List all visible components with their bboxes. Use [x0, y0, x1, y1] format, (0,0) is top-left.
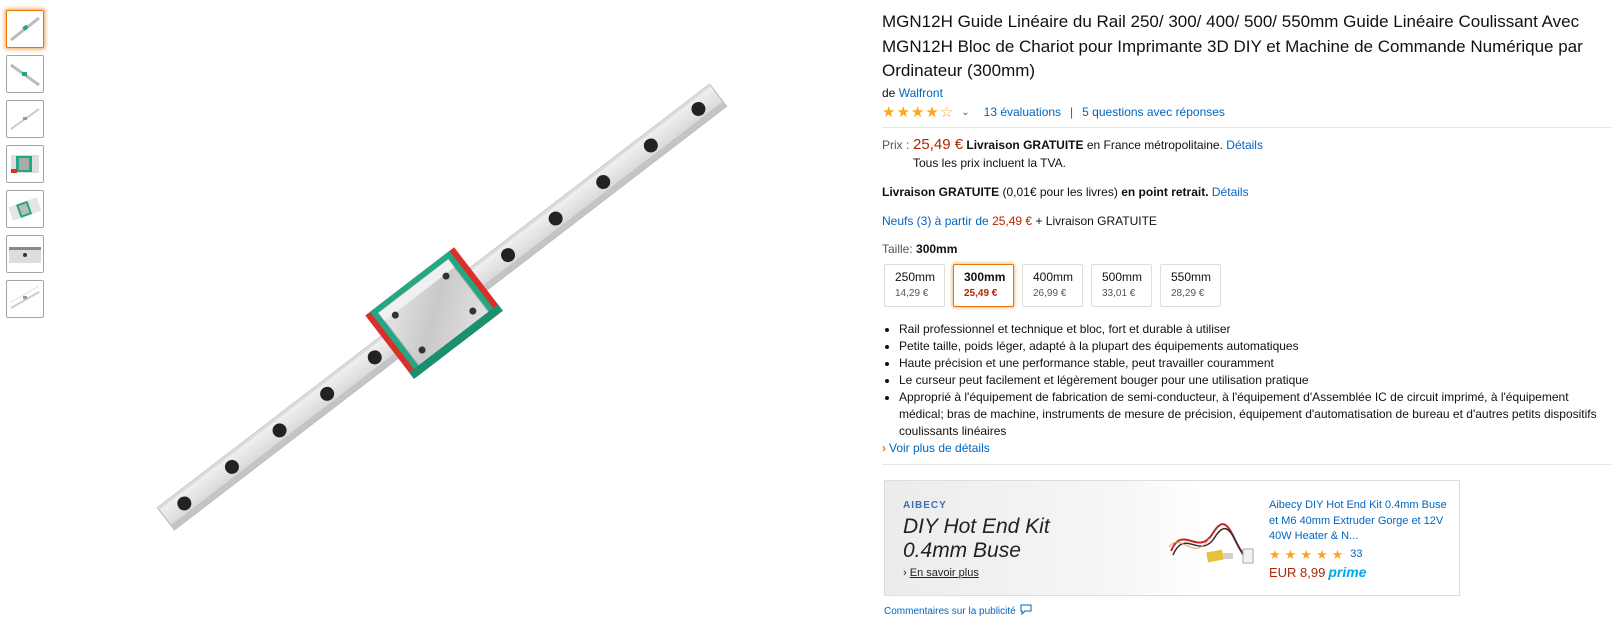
thumbnail-6[interactable] [6, 235, 44, 273]
size-option-price: 28,29 € [1171, 287, 1205, 299]
ad-product-info: Aibecy DIY Hot End Kit 0.4mm Buse et M6 … [1269, 498, 1449, 581]
new-offers-price: 25,49 € [992, 213, 1033, 228]
thumbnail-strip [6, 10, 44, 325]
size-option-price: 33,01 € [1102, 287, 1136, 299]
star-full-icon: ★ [896, 103, 910, 121]
rating-stars[interactable]: ★ ★ ★ ★ ☆ [882, 105, 953, 120]
ad-brand: AIBECY [903, 500, 947, 511]
size-selector: 250mm 14,29 € 300mm 25,49 € 400mm 26,99 … [884, 263, 1612, 307]
size-option-name: 400mm [1033, 269, 1074, 284]
new-offers-shipping: + Livraison GRATUITE [1035, 213, 1157, 228]
see-more-details-link[interactable]: Voir plus de détails [889, 441, 990, 455]
size-selected-value: 300mm [916, 241, 958, 256]
ad-headline-line-2: 0.4mm Buse [903, 539, 1021, 562]
new-offers: Neufs (3) à partir de 25,49 € + Livraiso… [882, 214, 1612, 228]
reviews-link[interactable]: 13 évaluations [984, 105, 1061, 119]
price-value: 25,49 € [913, 135, 964, 153]
chevron-right-icon: › [882, 440, 886, 455]
ad-feedback-label: Commentaires sur la publicité [884, 605, 1016, 617]
brand-link[interactable]: Walfront [899, 86, 943, 100]
star-full-icon: ★ [1300, 546, 1312, 562]
relay-delivery: Livraison GRATUITE (0,01€ pour les livre… [882, 185, 1612, 199]
star-full-icon: ★ [882, 103, 896, 121]
star-half-icon: ★ [1331, 546, 1344, 562]
divider [882, 126, 1612, 128]
sponsored-ad[interactable]: AIBECY DIY Hot End Kit 0.4mm Buse › En s… [884, 480, 1460, 596]
size-option-400mm[interactable]: 400mm 26,99 € [1022, 263, 1083, 307]
size-option-price: 25,49 € [964, 287, 998, 299]
feature-bullet: Petite taille, poids léger, adapté à la … [899, 338, 1612, 355]
vat-note: Tous les prix incluent la TVA. [913, 155, 1066, 170]
thumbnail-5[interactable] [6, 190, 44, 228]
size-option-name: 300mm [964, 269, 1006, 284]
delivery-free-label: Livraison GRATUITE [966, 137, 1084, 152]
relay-free-label: Livraison GRATUITE [882, 184, 1000, 199]
ad-product-image[interactable] [1163, 503, 1263, 573]
size-option-price: 14,29 € [895, 287, 929, 299]
ad-headline: DIY Hot End Kit 0.4mm Buse [903, 515, 1050, 563]
feature-bullet: Approprié à l'équipement de fabrication … [899, 389, 1612, 440]
ad-product-title-link[interactable]: Aibecy DIY Hot End Kit 0.4mm Buse et M6 … [1269, 499, 1447, 542]
ad-learn-more-label: En savoir plus [909, 567, 979, 579]
relay-books-note: (0,01€ pour les livres) [1002, 184, 1118, 199]
separator: | [1070, 105, 1074, 119]
ad-feedback-link[interactable]: Commentaires sur la publicité [884, 604, 1032, 618]
thumbnail-7[interactable] [6, 280, 44, 318]
chevron-right-icon: › [903, 567, 907, 579]
prime-logo-icon: prime [1328, 564, 1367, 580]
delivery-details-link[interactable]: Détails [1226, 138, 1263, 152]
price-block: Prix : 25,49 € Livraison GRATUITE en Fra… [882, 136, 1612, 170]
thumbnail-2[interactable] [6, 55, 44, 93]
ad-rating-count[interactable]: 33 [1350, 547, 1362, 563]
feature-bullet: Le curseur peut facilement et légèrement… [899, 372, 1612, 389]
size-option-name: 550mm [1171, 269, 1212, 284]
size-option-300mm[interactable]: 300mm 25,49 € [953, 263, 1014, 307]
size-option-name: 250mm [895, 269, 936, 284]
thumbnail-4[interactable] [6, 145, 44, 183]
size-option-500mm[interactable]: 500mm 33,01 € [1091, 263, 1152, 307]
star-full-icon: ★ [1269, 546, 1281, 562]
questions-link[interactable]: 5 questions avec réponses [1082, 105, 1225, 119]
size-option-250mm[interactable]: 250mm 14,29 € [884, 263, 945, 307]
star-full-icon: ★ [910, 103, 925, 121]
thumbnail-1[interactable] [6, 10, 44, 48]
ad-price-row: EUR 8,99 prime [1269, 564, 1449, 581]
ad-rating[interactable]: ★ ★ ★ ★ ★ 33 [1269, 547, 1449, 563]
relay-details-link[interactable]: Détails [1212, 185, 1249, 199]
feature-bullets: Rail professionnel et technique et bloc,… [882, 321, 1612, 440]
divider [882, 463, 1612, 465]
star-full-icon: ★ [1284, 546, 1297, 562]
feature-bullet: Haute précision et une performance stabl… [899, 355, 1612, 372]
speech-bubble-icon [1020, 604, 1032, 618]
size-option-550mm[interactable]: 550mm 28,29 € [1160, 263, 1221, 307]
star-empty-icon: ☆ [939, 103, 954, 121]
ad-price: EUR 8,99 [1269, 565, 1326, 580]
thumbnail-3[interactable] [6, 100, 44, 138]
by-prefix: de [882, 85, 896, 100]
rating-row: ★ ★ ★ ★ ☆ ⌄ 13 évaluations | 5 questions… [882, 105, 1612, 120]
byline: de Walfront [882, 86, 1612, 100]
size-option-name: 500mm [1102, 269, 1143, 284]
star-full-icon: ★ [925, 103, 939, 121]
star-full-icon: ★ [1315, 546, 1328, 562]
size-label-text: Taille: [882, 241, 913, 256]
chevron-down-icon[interactable]: ⌄ [961, 107, 969, 118]
price-label: Prix : [882, 137, 910, 152]
ad-learn-more[interactable]: › En savoir plus [903, 567, 979, 579]
feature-bullet: Rail professionnel et technique et bloc,… [899, 321, 1612, 338]
ad-headline-line-1: DIY Hot End Kit [903, 515, 1050, 538]
delivery-region: en France métropolitaine. [1086, 137, 1223, 152]
main-product-image[interactable] [140, 62, 740, 562]
new-offers-link[interactable]: Neufs (3) à partir de [882, 214, 989, 228]
see-more-details: › Voir plus de détails [882, 441, 1612, 455]
size-option-price: 26,99 € [1033, 287, 1067, 299]
product-title: MGN12H Guide Linéaire du Rail 250/ 300/ … [882, 12, 1583, 80]
product-details: MGN12H Guide Linéaire du Rail 250/ 300/ … [882, 10, 1612, 465]
size-label: Taille: 300mm [882, 242, 1612, 256]
relay-point-label: en point retrait. [1121, 184, 1209, 199]
